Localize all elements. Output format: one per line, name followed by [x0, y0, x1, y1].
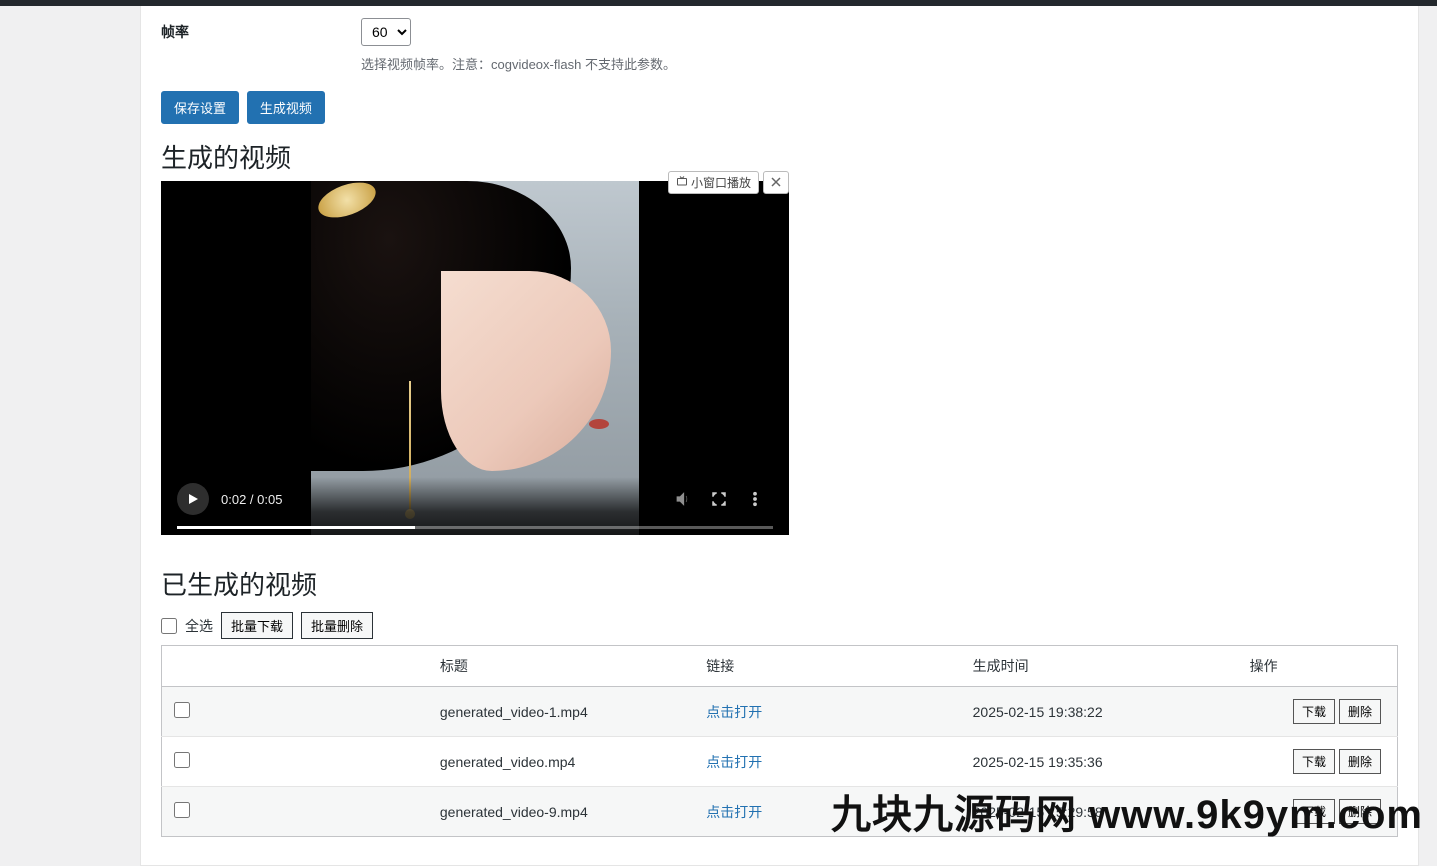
fullscreen-button[interactable]: [701, 481, 737, 517]
pip-close-button[interactable]: [763, 171, 789, 194]
play-button[interactable]: [177, 483, 209, 515]
video-table: 标题 链接 生成时间 操作 generated_video-1.mp4 点击打开 2…: [161, 645, 1398, 837]
video-player[interactable]: 0:02 / 0:05: [161, 181, 789, 535]
progress-fill: [177, 526, 415, 529]
generate-video-button[interactable]: 生成视频: [247, 91, 325, 124]
framerate-field: 60: [361, 18, 411, 46]
volume-icon: [674, 490, 692, 508]
th-check: [162, 646, 428, 687]
pip-label: 小窗口播放: [691, 174, 751, 191]
table-row: generated_video-9.mp4 点击打开 2025-02-15 15:2…: [162, 787, 1398, 837]
delete-button[interactable]: 删除: [1339, 749, 1381, 774]
save-settings-button[interactable]: 保存设置: [161, 91, 239, 124]
progress-bar[interactable]: [177, 526, 773, 529]
cell-time: 2025-02-15 15:29:58: [961, 787, 1238, 837]
main-panel: 帧率 60 选择视频帧率。注意：cogvideox-flash 不支持此参数。 …: [140, 6, 1419, 866]
select-all-checkbox[interactable]: [161, 618, 177, 634]
video-controls: 0:02 / 0:05: [161, 477, 789, 535]
cell-title: generated_video.mp4: [428, 737, 694, 787]
pip-button[interactable]: 小窗口播放: [668, 171, 759, 194]
table-row: generated_video-1.mp4 点击打开 2025-02-15 19:3…: [162, 687, 1398, 737]
framerate-select[interactable]: 60: [361, 18, 411, 46]
select-all-label: 全选: [185, 616, 213, 636]
framerate-row: 帧率 60: [161, 18, 1398, 46]
cell-title: generated_video-9.mp4: [428, 787, 694, 837]
download-button[interactable]: 下载: [1293, 749, 1335, 774]
th-ops: 操作: [1238, 646, 1398, 687]
more-icon: [746, 490, 764, 508]
open-link[interactable]: 点击打开: [706, 754, 762, 770]
pip-bar: 小窗口播放: [668, 171, 789, 194]
table-row: generated_video.mp4 点击打开 2025-02-15 19:35:…: [162, 737, 1398, 787]
row-checkbox[interactable]: [174, 752, 190, 768]
download-button[interactable]: 下载: [1293, 699, 1335, 724]
download-button[interactable]: 下载: [1293, 799, 1335, 824]
framerate-desc: 选择视频帧率。注意：cogvideox-flash 不支持此参数。: [361, 54, 1398, 73]
fullscreen-icon: [710, 490, 728, 508]
cell-time: 2025-02-15 19:35:36: [961, 737, 1238, 787]
delete-button[interactable]: 删除: [1339, 699, 1381, 724]
framerate-label: 帧率: [161, 22, 361, 42]
row-checkbox[interactable]: [174, 702, 190, 718]
close-icon: [771, 176, 781, 190]
video-time: 0:02 / 0:05: [221, 492, 282, 507]
video-area: 小窗口播放 0:02 / 0:05: [161, 181, 789, 535]
th-title: 标题: [428, 646, 694, 687]
open-link[interactable]: 点击打开: [706, 804, 762, 820]
delete-button[interactable]: 删除: [1339, 799, 1381, 824]
more-button[interactable]: [737, 481, 773, 517]
tv-icon: [676, 175, 688, 190]
generated-video-heading: 生成的视频: [161, 138, 1398, 175]
bulk-row: 全选 批量下载 批量删除: [161, 612, 1398, 639]
th-link: 链接: [694, 646, 960, 687]
video-list-heading: 已生成的视频: [161, 565, 1398, 602]
th-time: 生成时间: [961, 646, 1238, 687]
open-link[interactable]: 点击打开: [706, 704, 762, 720]
play-icon: [187, 493, 199, 505]
cell-time: 2025-02-15 19:38:22: [961, 687, 1238, 737]
volume-button[interactable]: [665, 481, 701, 517]
row-checkbox[interactable]: [174, 802, 190, 818]
bulk-delete-button[interactable]: 批量删除: [301, 612, 373, 639]
action-buttons: 保存设置 生成视频: [161, 91, 1398, 124]
bulk-download-button[interactable]: 批量下载: [221, 612, 293, 639]
cell-title: generated_video-1.mp4: [428, 687, 694, 737]
